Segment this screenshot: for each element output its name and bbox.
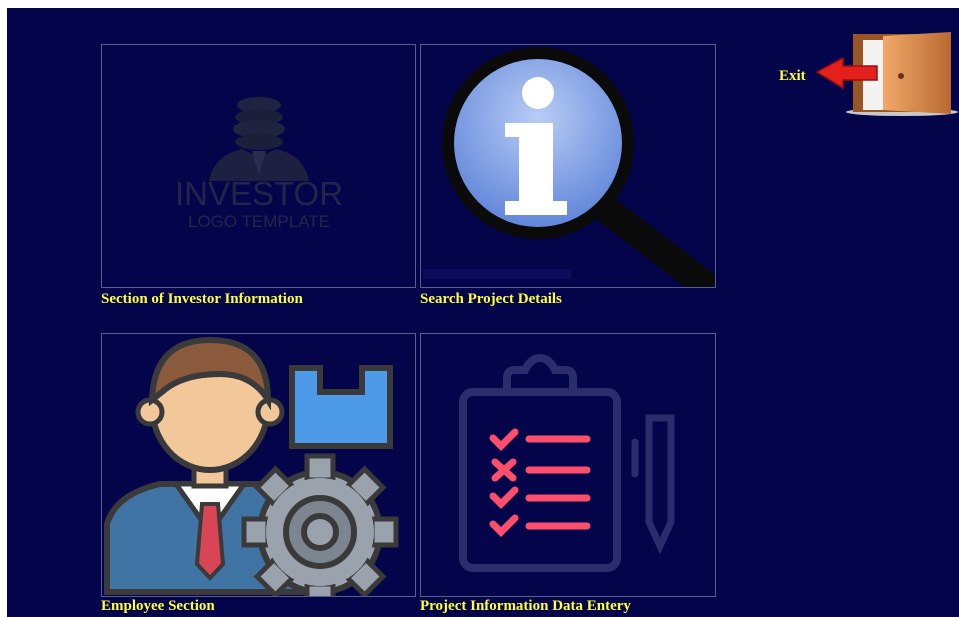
- clipboard-checklist-icon: [459, 353, 675, 572]
- investor-logo-icon: INVESTOR LOGO TEMPLATE: [175, 97, 343, 231]
- logo-line1: INVESTOR: [175, 175, 343, 212]
- main-menu-window: INVESTOR LOGO TEMPLATE Section of Invest…: [7, 8, 959, 617]
- exit-door-icon: [815, 32, 958, 116]
- search-project-tile[interactable]: [420, 44, 716, 288]
- investor-info-caption[interactable]: Section of Investor Information: [101, 291, 303, 308]
- employee-section-tile[interactable]: [101, 333, 416, 597]
- project-data-entry-caption[interactable]: Project Information Data Entery: [420, 598, 631, 615]
- employee-gear-icon: [104, 336, 399, 596]
- info-magnifier-icon: [423, 47, 715, 287]
- exit-label[interactable]: Exit: [779, 68, 806, 85]
- investor-info-tile[interactable]: INVESTOR LOGO TEMPLATE: [101, 44, 416, 288]
- exit-button[interactable]: [807, 30, 959, 120]
- employee-section-caption[interactable]: Employee Section: [101, 598, 215, 615]
- logo-line2: LOGO TEMPLATE: [188, 212, 330, 231]
- project-data-entry-tile[interactable]: [420, 333, 716, 597]
- search-project-caption[interactable]: Search Project Details: [420, 291, 562, 308]
